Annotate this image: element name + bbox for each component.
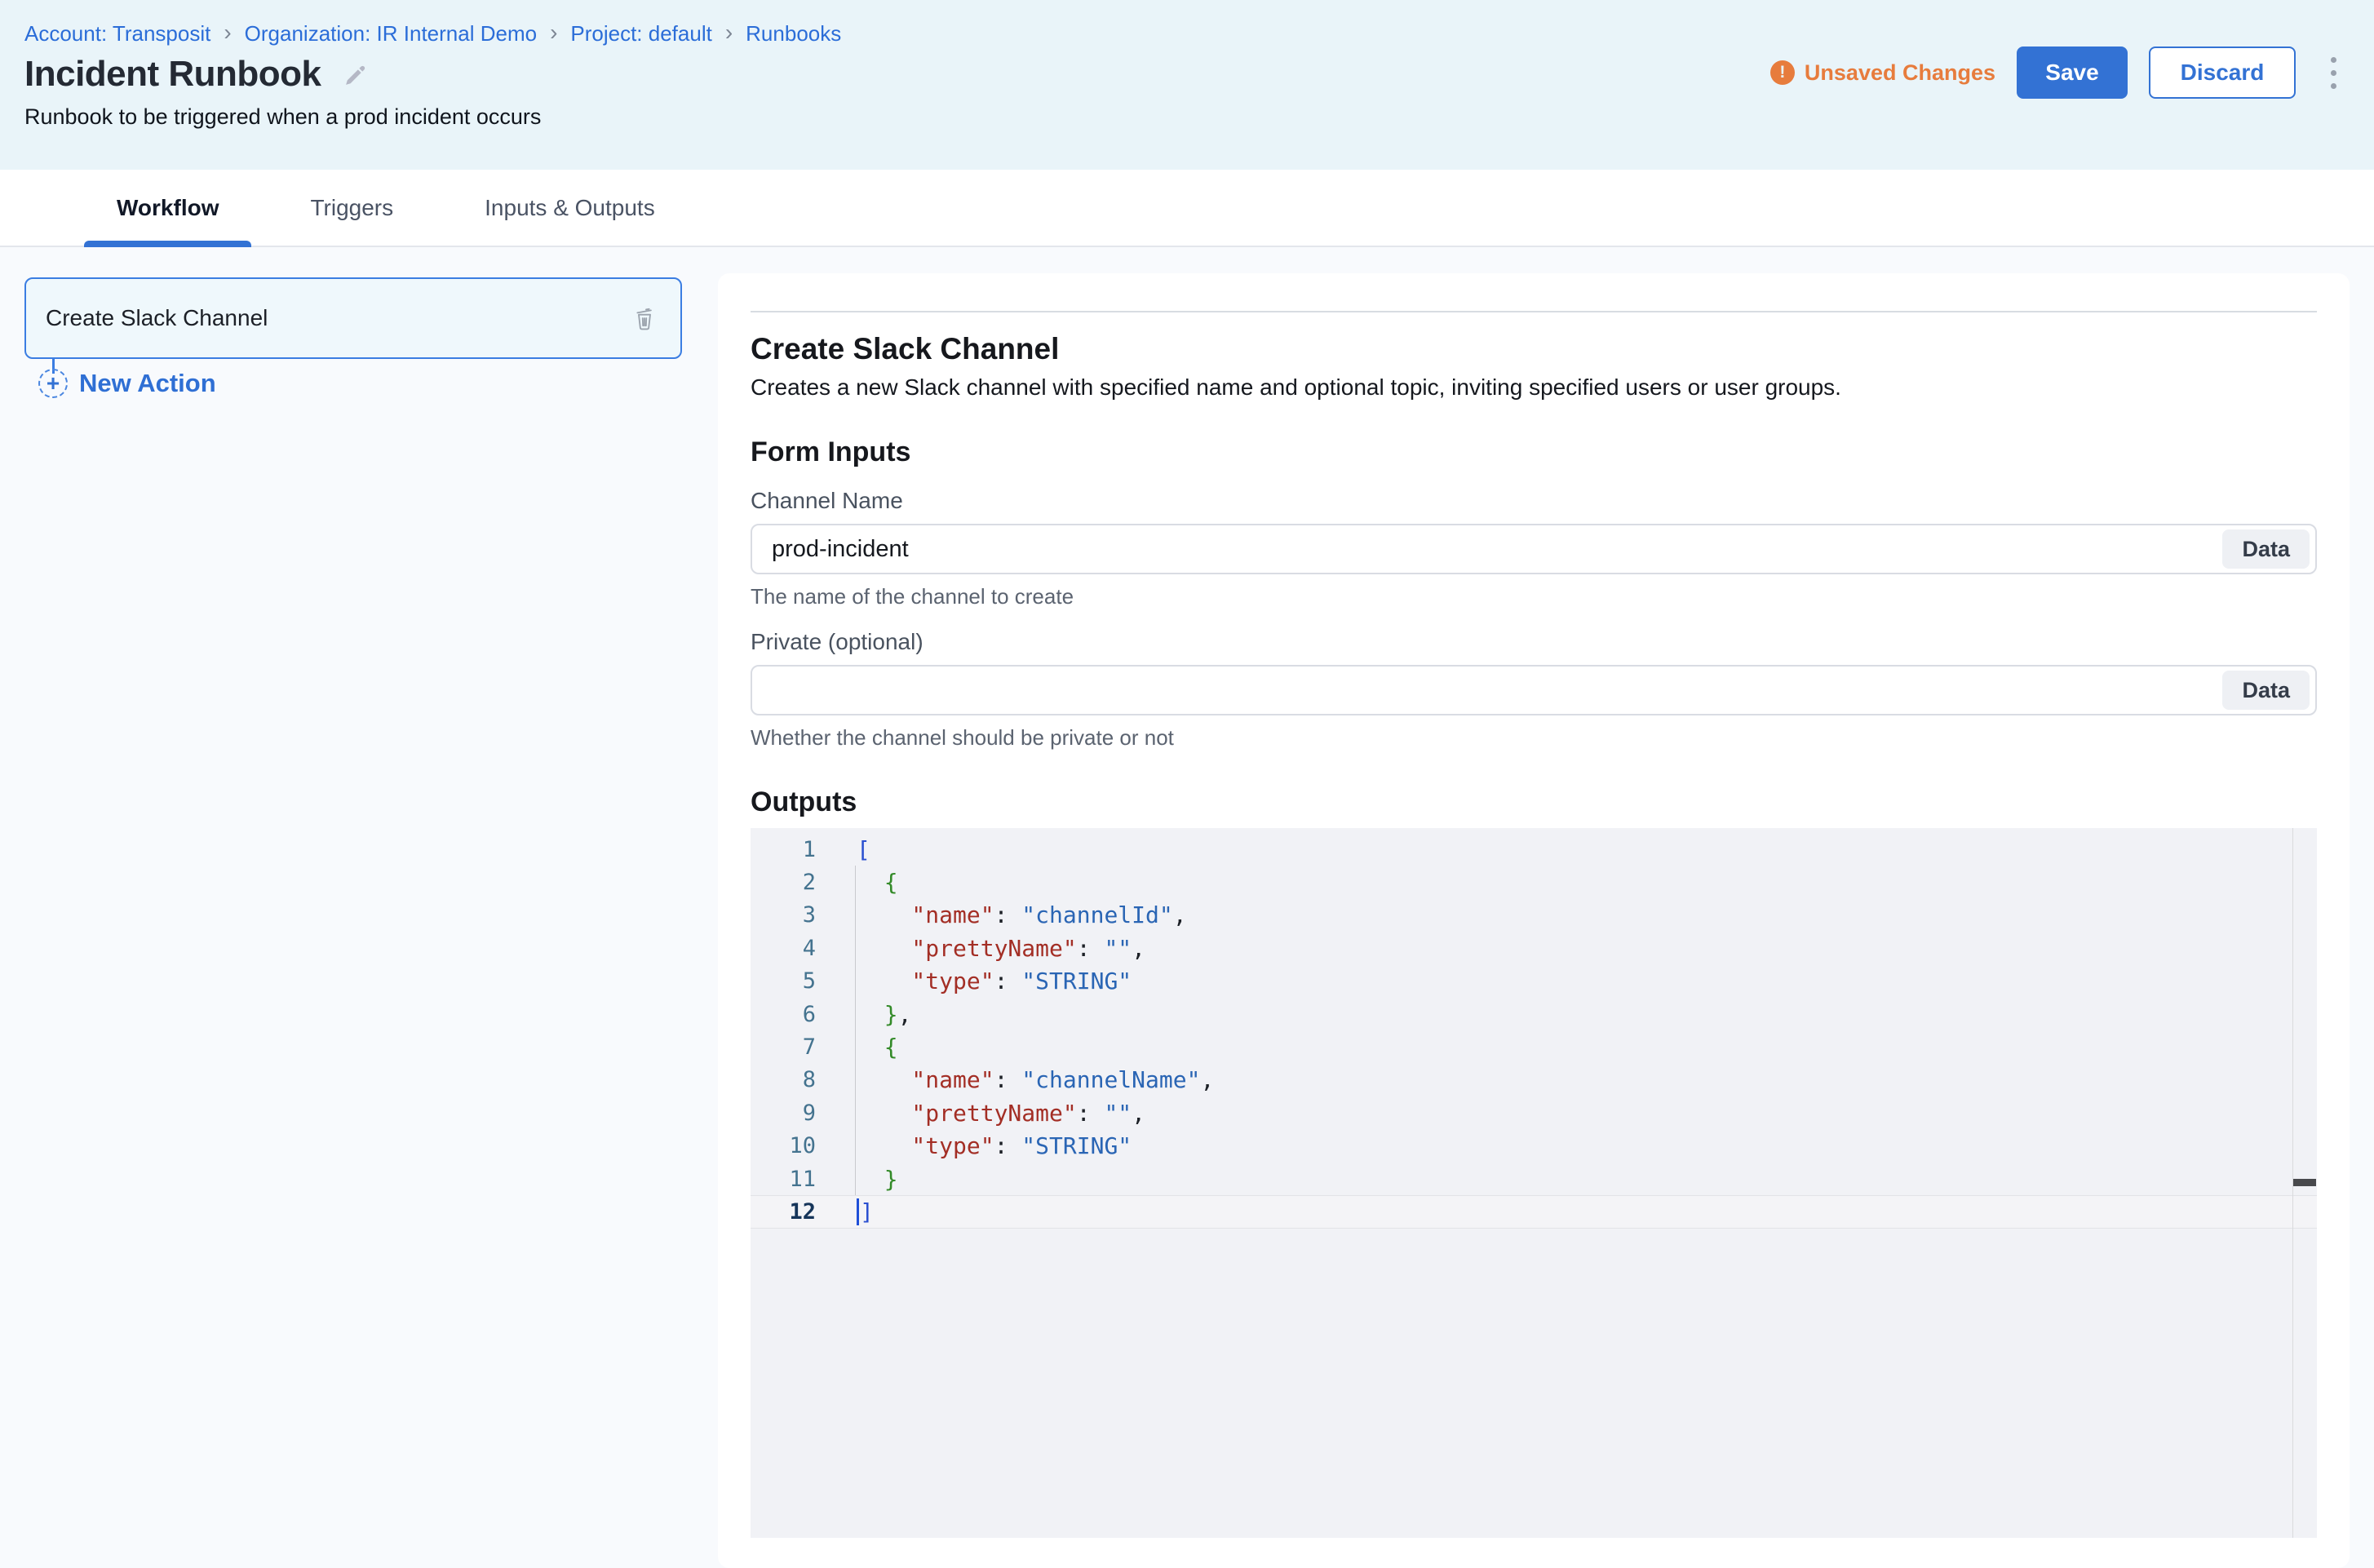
tab-inputs-outputs[interactable]: Inputs & Outputs (452, 170, 688, 246)
private-label: Private (optional) (751, 629, 2317, 655)
outputs-heading: Outputs (751, 786, 2317, 818)
action-card-label: Create Slack Channel (26, 305, 620, 331)
code-line[interactable]: 5 "type": "STRING" (751, 965, 2317, 998)
private-data-button[interactable]: Data (2222, 671, 2310, 710)
line-number: 4 (751, 936, 837, 961)
code-line[interactable]: 4 "prettyName": "", (751, 932, 2317, 964)
breadcrumb-account-link[interactable]: Account: Transposit (24, 21, 210, 47)
page-header: Account: Transposit › Organization: IR I… (0, 0, 2374, 170)
line-number: 6 (751, 1002, 837, 1027)
line-number: 1 (751, 837, 837, 862)
code-line[interactable]: 2 { (751, 866, 2317, 898)
code-line[interactable]: 1[ (751, 833, 2317, 866)
line-number: 5 (751, 968, 837, 994)
line-number: 12 (751, 1199, 837, 1225)
code-line[interactable]: 12] (751, 1195, 2317, 1228)
line-number: 10 (751, 1133, 837, 1158)
channel-name-helper: The name of the channel to create (751, 584, 2317, 609)
action-detail-description: Creates a new Slack channel with specifi… (751, 374, 2317, 401)
channel-name-input[interactable] (751, 524, 2317, 574)
code-line[interactable]: 3 "name": "channelId", (751, 899, 2317, 932)
warning-icon: ! (1770, 60, 1795, 85)
tab-bar: Workflow Triggers Inputs & Outputs (0, 170, 2374, 247)
breadcrumb-organization-link[interactable]: Organization: IR Internal Demo (245, 21, 537, 47)
breadcrumb: Account: Transposit › Organization: IR I… (24, 21, 841, 47)
discard-button[interactable]: Discard (2149, 47, 2296, 99)
code-line[interactable]: 6 }, (751, 998, 2317, 1030)
breadcrumb-separator: › (725, 21, 733, 47)
delete-action-trash-icon[interactable] (620, 294, 669, 343)
panel-divider (751, 311, 2317, 312)
code-line[interactable]: 11 } (751, 1163, 2317, 1195)
line-number: 7 (751, 1034, 837, 1060)
code-line[interactable]: 8 "name": "channelName", (751, 1064, 2317, 1096)
code-line[interactable]: 10 "type": "STRING" (751, 1130, 2317, 1163)
new-action-button[interactable]: + New Action (38, 369, 216, 398)
channel-name-label: Channel Name (751, 488, 2317, 514)
plus-icon: + (38, 369, 68, 398)
edit-title-pencil-icon[interactable] (343, 60, 370, 88)
unsaved-changes-badge: ! Unsaved Changes (1770, 60, 1995, 86)
code-line[interactable]: 7 { (751, 1030, 2317, 1063)
action-detail-title: Create Slack Channel (751, 332, 2317, 366)
line-number: 11 (751, 1167, 837, 1192)
line-number: 9 (751, 1101, 837, 1126)
new-action-label: New Action (79, 369, 216, 398)
editor-scrollbar-marker[interactable] (2293, 1179, 2316, 1186)
form-inputs-heading: Form Inputs (751, 436, 2317, 468)
page-subtitle: Runbook to be triggered when a prod inci… (24, 104, 541, 130)
workflow-action-card[interactable]: Create Slack Channel (24, 277, 682, 359)
breadcrumb-runbooks-link[interactable]: Runbooks (746, 21, 841, 47)
tab-workflow[interactable]: Workflow (84, 170, 251, 246)
line-number: 2 (751, 870, 837, 895)
private-input[interactable] (751, 665, 2317, 715)
save-button[interactable]: Save (2017, 47, 2128, 99)
tab-triggers[interactable]: Triggers (277, 170, 426, 246)
line-number: 8 (751, 1067, 837, 1092)
channel-name-data-button[interactable]: Data (2222, 529, 2310, 569)
action-detail-panel: Create Slack Channel Creates a new Slack… (718, 273, 2350, 1568)
text-cursor (857, 1198, 859, 1225)
breadcrumb-separator: › (550, 21, 557, 47)
outputs-code-editor[interactable]: 1[2 {3 "name": "channelId",4 "prettyName… (751, 828, 2317, 1538)
unsaved-changes-label: Unsaved Changes (1805, 60, 1995, 86)
page-title: Incident Runbook (24, 54, 321, 95)
breadcrumb-separator: › (224, 21, 231, 47)
code-line[interactable]: 9 "prettyName": "", (751, 1096, 2317, 1129)
private-helper: Whether the channel should be private or… (751, 725, 2317, 751)
breadcrumb-project-link[interactable]: Project: default (570, 21, 711, 47)
line-number: 3 (751, 902, 837, 928)
more-options-kebab-icon[interactable] (2317, 47, 2350, 99)
